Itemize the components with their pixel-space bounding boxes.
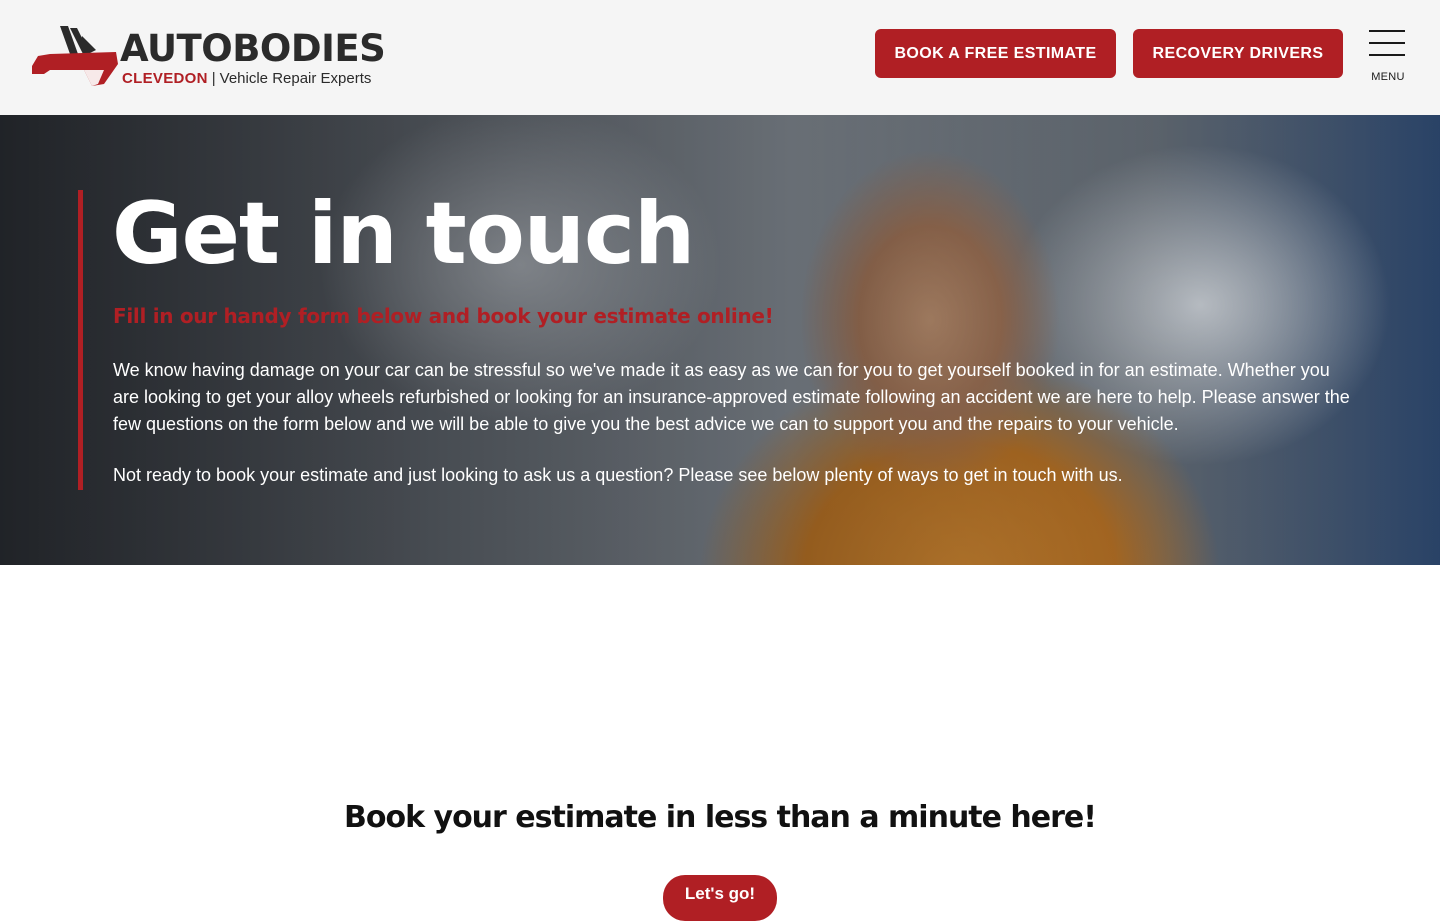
logo-tagline: Vehicle Repair Experts (219, 70, 372, 87)
hero-banner: Get in touch Fill in our handy form belo… (0, 115, 1440, 565)
book-free-estimate-button[interactable]: BOOK A FREE ESTIMATE (875, 29, 1116, 78)
hero-subtitle: Fill in our handy form below and book yo… (113, 304, 774, 328)
logo-location: CLEVEDON (122, 70, 208, 87)
logo-title: AUTOBODIES (120, 27, 386, 70)
menu-label: MENU (1371, 71, 1405, 83)
hero-intro-paragraph: We know having damage on your car can be… (113, 360, 1350, 434)
hero-accent-rule (78, 190, 83, 490)
site-logo[interactable]: AUTOBODIES CLEVEDON | Vehicle Repair Exper… (30, 24, 390, 92)
hero-contact-paragraph: Not ready to book your estimate and just… (113, 465, 1123, 485)
lets-go-button[interactable]: Let's go! (663, 875, 777, 921)
booking-heading: Book your estimate in less than a minute… (344, 800, 1097, 835)
menu-button[interactable]: MENU (1366, 30, 1410, 86)
logo-subtitle: CLEVEDON | Vehicle Repair Experts (122, 71, 371, 86)
hero-background-image (0, 115, 1440, 565)
logo-separator: | (211, 70, 216, 87)
page-title: Get in touch (112, 184, 695, 284)
site-header: AUTOBODIES CLEVEDON | Vehicle Repair Exper… (0, 0, 1440, 115)
car-logo-icon (32, 26, 118, 86)
recovery-drivers-button[interactable]: RECOVERY DRIVERS (1133, 29, 1343, 78)
